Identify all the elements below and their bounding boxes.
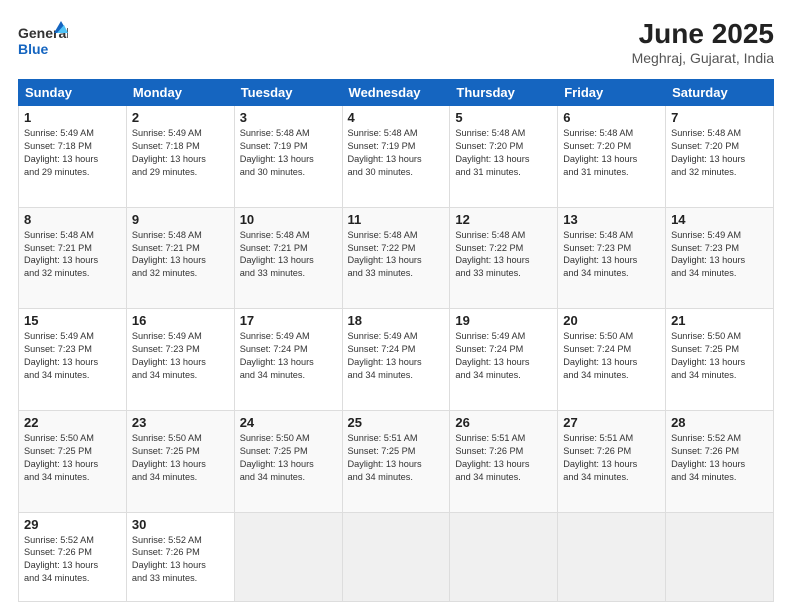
- table-cell: 26 Sunrise: 5:51 AMSunset: 7:26 PMDaylig…: [450, 410, 558, 512]
- logo: General Blue: [18, 18, 68, 69]
- table-row: 22 Sunrise: 5:50 AMSunset: 7:25 PMDaylig…: [19, 410, 774, 512]
- table-cell: 5 Sunrise: 5:48 AMSunset: 7:20 PMDayligh…: [450, 106, 558, 208]
- table-cell: 9 Sunrise: 5:48 AMSunset: 7:21 PMDayligh…: [126, 207, 234, 309]
- header-row: Sunday Monday Tuesday Wednesday Thursday…: [19, 80, 774, 106]
- table-cell: 30 Sunrise: 5:52 AMSunset: 7:26 PMDaylig…: [126, 512, 234, 602]
- table-cell: 19 Sunrise: 5:49 AMSunset: 7:24 PMDaylig…: [450, 309, 558, 411]
- table-cell: 22 Sunrise: 5:50 AMSunset: 7:25 PMDaylig…: [19, 410, 127, 512]
- table-cell: 18 Sunrise: 5:49 AMSunset: 7:24 PMDaylig…: [342, 309, 450, 411]
- table-cell-empty: [234, 512, 342, 602]
- table-cell-empty: [666, 512, 774, 602]
- logo-graphic: General Blue: [18, 18, 68, 69]
- table-cell-empty: [450, 512, 558, 602]
- table-cell: 13 Sunrise: 5:48 AMSunset: 7:23 PMDaylig…: [558, 207, 666, 309]
- table-cell: 21 Sunrise: 5:50 AMSunset: 7:25 PMDaylig…: [666, 309, 774, 411]
- table-row: 1 Sunrise: 5:49 AMSunset: 7:18 PMDayligh…: [19, 106, 774, 208]
- table-cell: 12 Sunrise: 5:48 AMSunset: 7:22 PMDaylig…: [450, 207, 558, 309]
- table-cell: 28 Sunrise: 5:52 AMSunset: 7:26 PMDaylig…: [666, 410, 774, 512]
- table-cell: 3 Sunrise: 5:48 AMSunset: 7:19 PMDayligh…: [234, 106, 342, 208]
- col-wednesday: Wednesday: [342, 80, 450, 106]
- table-cell: 11 Sunrise: 5:48 AMSunset: 7:22 PMDaylig…: [342, 207, 450, 309]
- col-tuesday: Tuesday: [234, 80, 342, 106]
- table-cell: 10 Sunrise: 5:48 AMSunset: 7:21 PMDaylig…: [234, 207, 342, 309]
- title-block: June 2025 Meghraj, Gujarat, India: [632, 18, 774, 66]
- col-saturday: Saturday: [666, 80, 774, 106]
- table-cell: 8 Sunrise: 5:48 AMSunset: 7:21 PMDayligh…: [19, 207, 127, 309]
- col-monday: Monday: [126, 80, 234, 106]
- table-cell-empty: [342, 512, 450, 602]
- table-cell: 20 Sunrise: 5:50 AMSunset: 7:24 PMDaylig…: [558, 309, 666, 411]
- table-cell: 16 Sunrise: 5:49 AMSunset: 7:23 PMDaylig…: [126, 309, 234, 411]
- table-cell: 1 Sunrise: 5:49 AMSunset: 7:18 PMDayligh…: [19, 106, 127, 208]
- table-cell: 27 Sunrise: 5:51 AMSunset: 7:26 PMDaylig…: [558, 410, 666, 512]
- col-sunday: Sunday: [19, 80, 127, 106]
- table-row: 8 Sunrise: 5:48 AMSunset: 7:21 PMDayligh…: [19, 207, 774, 309]
- header: General Blue June 2025 Meghraj, Gujarat,…: [18, 18, 774, 69]
- month-year: June 2025: [632, 18, 774, 50]
- table-row: 29 Sunrise: 5:52 AMSunset: 7:26 PMDaylig…: [19, 512, 774, 602]
- table-cell: 15 Sunrise: 5:49 AMSunset: 7:23 PMDaylig…: [19, 309, 127, 411]
- page: General Blue June 2025 Meghraj, Gujarat,…: [0, 0, 792, 612]
- table-cell: 24 Sunrise: 5:50 AMSunset: 7:25 PMDaylig…: [234, 410, 342, 512]
- table-cell: 6 Sunrise: 5:48 AMSunset: 7:20 PMDayligh…: [558, 106, 666, 208]
- svg-text:Blue: Blue: [18, 41, 49, 57]
- table-cell: 4 Sunrise: 5:48 AMSunset: 7:19 PMDayligh…: [342, 106, 450, 208]
- col-friday: Friday: [558, 80, 666, 106]
- location: Meghraj, Gujarat, India: [632, 50, 774, 66]
- table-cell: 23 Sunrise: 5:50 AMSunset: 7:25 PMDaylig…: [126, 410, 234, 512]
- table-cell: 29 Sunrise: 5:52 AMSunset: 7:26 PMDaylig…: [19, 512, 127, 602]
- col-thursday: Thursday: [450, 80, 558, 106]
- table-cell: 14 Sunrise: 5:49 AMSunset: 7:23 PMDaylig…: [666, 207, 774, 309]
- table-cell-empty: [558, 512, 666, 602]
- calendar-table: Sunday Monday Tuesday Wednesday Thursday…: [18, 79, 774, 602]
- table-cell: 2 Sunrise: 5:49 AMSunset: 7:18 PMDayligh…: [126, 106, 234, 208]
- table-cell: 7 Sunrise: 5:48 AMSunset: 7:20 PMDayligh…: [666, 106, 774, 208]
- table-cell: 17 Sunrise: 5:49 AMSunset: 7:24 PMDaylig…: [234, 309, 342, 411]
- table-cell: 25 Sunrise: 5:51 AMSunset: 7:25 PMDaylig…: [342, 410, 450, 512]
- table-row: 15 Sunrise: 5:49 AMSunset: 7:23 PMDaylig…: [19, 309, 774, 411]
